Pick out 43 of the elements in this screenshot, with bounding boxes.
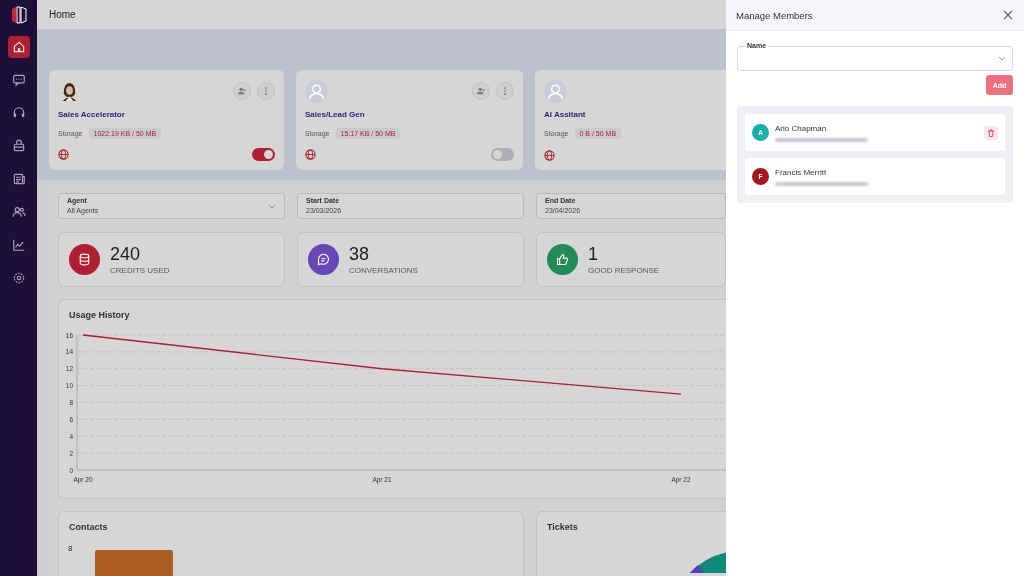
users-button[interactable] xyxy=(472,82,490,100)
card-title: Contacts xyxy=(68,522,109,532)
close-icon xyxy=(1002,9,1014,21)
globe-icon[interactable] xyxy=(58,149,69,160)
chat-icon xyxy=(11,73,26,87)
agent-name: Sales Accelerator xyxy=(58,110,126,119)
avatar-icon xyxy=(305,79,328,103)
chevron-down-icon xyxy=(998,56,1006,62)
toggle-switch[interactable] xyxy=(252,148,275,161)
logo-icon xyxy=(9,5,28,25)
settings-icon xyxy=(11,271,26,285)
stat-value: 1 xyxy=(588,244,599,264)
chevron-down-icon xyxy=(268,204,276,210)
card-title: Usage History xyxy=(68,310,131,320)
member-name: Arlo Chapman xyxy=(775,123,828,133)
sidebar-item[interactable] xyxy=(7,36,30,58)
stat-label: CREDITS USED xyxy=(110,266,170,275)
trash-icon xyxy=(987,128,995,137)
page-title: Home xyxy=(49,9,76,20)
stat-label: CONVERSATIONS xyxy=(349,266,418,275)
card-title: Tickets xyxy=(546,522,579,532)
stat-label: GOOD RESPONSE xyxy=(588,266,660,275)
avatar-icon xyxy=(544,79,567,103)
headset-icon xyxy=(11,106,26,120)
axis-label: 8 xyxy=(68,544,73,553)
agent-name: Sales/Lead Gen xyxy=(305,110,366,119)
users-icon xyxy=(476,86,486,96)
users-icon xyxy=(237,86,247,96)
drawer-title: Manage Members xyxy=(736,9,813,21)
stat-value: 38 xyxy=(349,244,371,264)
stat-value: 240 xyxy=(110,244,142,264)
globe-icon[interactable] xyxy=(544,150,555,161)
agent-name: AI Assitant xyxy=(544,110,587,119)
newspaper-icon xyxy=(11,172,26,186)
toggle-switch[interactable] xyxy=(491,148,514,161)
member-name: Francis Merritt xyxy=(775,167,828,177)
line-chart-icon xyxy=(11,238,26,252)
delete-button[interactable] xyxy=(984,125,998,140)
close-button[interactable] xyxy=(1002,9,1014,21)
home-icon xyxy=(11,40,26,54)
globe-icon[interactable] xyxy=(305,149,316,160)
users-icon xyxy=(11,205,26,219)
users-button[interactable] xyxy=(233,82,251,100)
